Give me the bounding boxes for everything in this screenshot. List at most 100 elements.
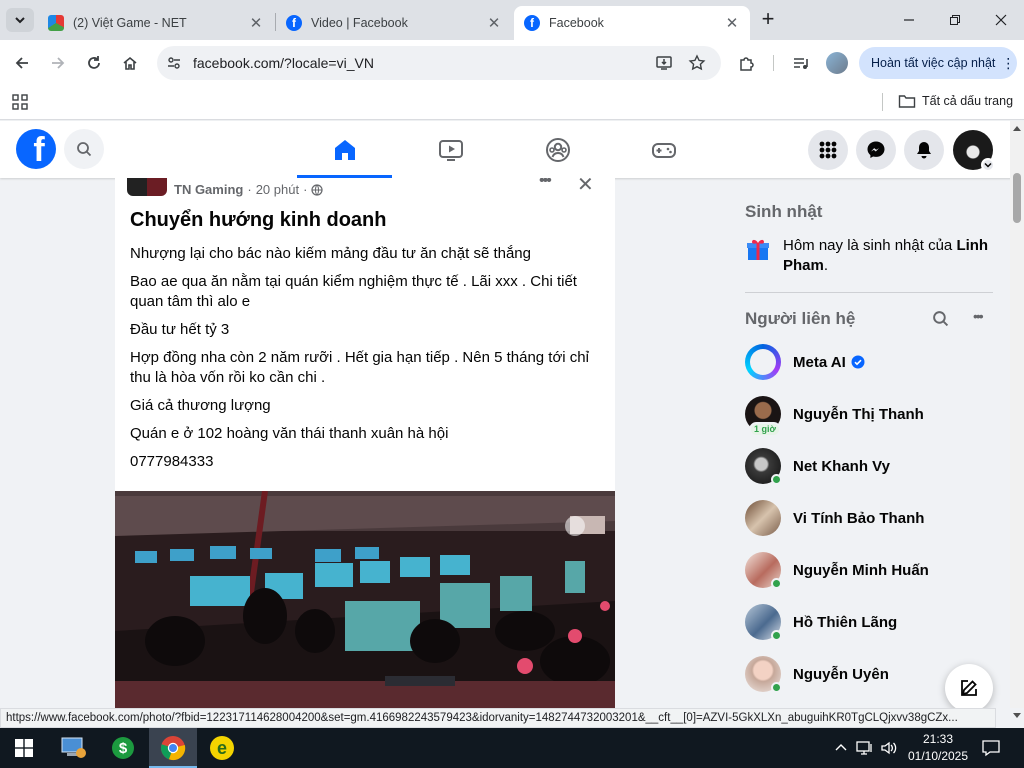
contact-item[interactable]: Hồ Thiên Lãng — [745, 600, 995, 644]
post-more-button[interactable]: ••• — [539, 178, 552, 190]
post-paragraph: Bao ae qua ăn nằm tại quán kiểm nghiệm t… — [130, 273, 577, 310]
notification-center-icon[interactable] — [982, 739, 1000, 757]
browser-tab-facebook[interactable]: f Facebook ✕ — [514, 6, 750, 40]
account-chevron-icon — [981, 158, 995, 172]
nav-gaming-tab[interactable] — [616, 121, 711, 178]
back-button[interactable] — [6, 47, 38, 79]
address-bar[interactable]: facebook.com/?locale=vi_VN — [157, 46, 721, 80]
post-time[interactable]: 20 phút — [256, 182, 299, 197]
search-button[interactable] — [64, 129, 104, 169]
post-paragraph: Giá cả thương lượng — [130, 397, 271, 414]
tab-close-icon[interactable]: ✕ — [724, 14, 740, 32]
apps-grid-icon[interactable] — [12, 94, 28, 110]
tab-close-icon[interactable]: ✕ — [486, 14, 502, 32]
birthday-text: Hôm nay là sinh nhật của Linh Pham. — [783, 236, 990, 276]
playlist-icon — [794, 58, 808, 69]
more-vert-icon[interactable]: ⋮ — [1001, 55, 1015, 72]
online-status-icon — [771, 578, 782, 589]
new-tab-button[interactable]: + — [756, 6, 780, 34]
extensions-button[interactable] — [731, 47, 763, 79]
contact-item[interactable]: Net Khanh Vy — [745, 444, 995, 488]
media-controls-button[interactable] — [785, 47, 817, 79]
scroll-up-icon[interactable] — [1013, 125, 1021, 131]
home-button[interactable] — [114, 47, 146, 79]
contact-item[interactable]: Nguyễn Minh Huấn — [745, 548, 995, 592]
taskbar-app-money[interactable]: $ — [99, 728, 147, 768]
profile-avatar[interactable] — [826, 52, 848, 74]
post-header: TN Gaming · 20 phút · — [174, 182, 324, 197]
browser-tab-video-facebook[interactable]: f Video | Facebook ✕ — [276, 6, 512, 40]
minimize-button[interactable] — [886, 0, 932, 40]
contact-avatar — [745, 604, 782, 641]
bookmark-star-icon[interactable] — [688, 54, 706, 72]
contact-item[interactable]: Meta AI — [745, 340, 995, 384]
show-hidden-icons[interactable] — [835, 742, 847, 752]
vietgame-favicon-icon — [48, 15, 64, 31]
last-active-badge: 1 giờ — [749, 422, 781, 437]
dollar-app-icon: $ — [112, 737, 134, 759]
page-scrollbar[interactable] — [1010, 121, 1024, 718]
all-bookmarks-button[interactable]: Tất cả dấu trang — [898, 93, 1013, 109]
post-hide-button[interactable]: ✕ — [577, 178, 594, 197]
update-button-label: Hoàn tất việc cập nhật — [871, 56, 996, 70]
computer-icon — [61, 737, 86, 758]
bookmarks-bar: Tất cả dấu trang — [0, 86, 1024, 120]
contact-avatar: 1 giờ — [745, 396, 781, 437]
search-icon — [77, 142, 92, 157]
contact-avatar — [745, 448, 782, 485]
bookmarks-divider — [882, 93, 883, 111]
nav-home-tab[interactable] — [297, 121, 392, 178]
facebook-header: f — [0, 121, 1024, 178]
site-info-icon[interactable] — [166, 55, 182, 71]
restore-button[interactable] — [932, 0, 978, 40]
menu-button[interactable] — [808, 130, 848, 170]
start-button[interactable] — [0, 728, 48, 768]
new-message-button[interactable] — [945, 664, 993, 712]
browser-toolbar: facebook.com/?locale=vi_VN Hoàn tất việc… — [0, 40, 1024, 86]
taskbar-app-browser-e[interactable]: e — [198, 728, 246, 768]
post-photo[interactable] — [115, 491, 615, 708]
url-text[interactable]: facebook.com/?locale=vi_VN — [193, 55, 374, 71]
facebook-favicon-icon: f — [524, 15, 540, 31]
reload-button[interactable] — [78, 47, 110, 79]
search-contacts-icon[interactable] — [932, 310, 949, 327]
link-preview-statusbar: https://www.facebook.com/photo/?fbid=122… — [0, 708, 996, 728]
taskbar-app-remote[interactable] — [50, 728, 98, 768]
birthday-suffix: . — [823, 257, 829, 274]
separator-dot: · — [303, 182, 308, 197]
contacts-more-button[interactable]: ••• — [973, 308, 984, 324]
messenger-button[interactable] — [856, 130, 896, 170]
scroll-down-icon[interactable] — [1013, 713, 1021, 719]
system-clock[interactable]: 21:33 01/10/2025 — [902, 731, 974, 765]
contacts-heading: Người liên hệ — [745, 309, 856, 328]
contact-name: Net Khanh Vy — [793, 457, 890, 475]
network-icon[interactable] — [856, 740, 874, 756]
volume-icon[interactable] — [880, 740, 898, 756]
forward-button[interactable] — [42, 47, 74, 79]
birthday-prefix: Hôm nay là sinh nhật của — [783, 237, 957, 254]
scrollbar-thumb[interactable] — [1013, 173, 1021, 223]
birthday-item[interactable]: Hôm nay là sinh nhật của Linh Pham. — [745, 236, 990, 276]
tab-search-button[interactable] — [6, 8, 34, 32]
right-sidebar: Sinh nhật Hôm nay là sinh nhật của Linh … — [745, 178, 995, 708]
nav-groups-tab[interactable] — [510, 121, 605, 178]
post-paragraph: Đầu tư hết tỷ 3 — [130, 321, 230, 338]
contact-item[interactable]: 1 giờ Nguyễn Thị Thanh — [745, 392, 995, 437]
contact-item[interactable]: Vi Tính Bảo Thanh — [745, 496, 995, 540]
tab-close-icon[interactable]: ✕ — [248, 14, 264, 32]
install-app-icon[interactable] — [655, 54, 673, 72]
online-status-icon — [771, 682, 782, 693]
contact-name: Hồ Thiên Lãng — [793, 613, 898, 631]
notifications-button[interactable] — [904, 130, 944, 170]
nav-video-tab[interactable] — [403, 121, 498, 178]
facebook-logo[interactable]: f — [16, 129, 56, 169]
close-window-button[interactable] — [978, 0, 1024, 40]
update-chrome-button[interactable]: Hoàn tất việc cập nhật ⋮ — [859, 47, 1017, 79]
minimize-icon — [904, 19, 914, 21]
home-icon — [123, 56, 137, 70]
account-avatar[interactable] — [953, 130, 995, 172]
post-author-avatar[interactable] — [127, 178, 167, 196]
browser-tab-vietgame[interactable]: (2) Việt Game - NET ✕ — [38, 6, 274, 40]
taskbar-app-chrome[interactable] — [149, 728, 197, 768]
post-author-name[interactable]: TN Gaming — [174, 182, 243, 197]
